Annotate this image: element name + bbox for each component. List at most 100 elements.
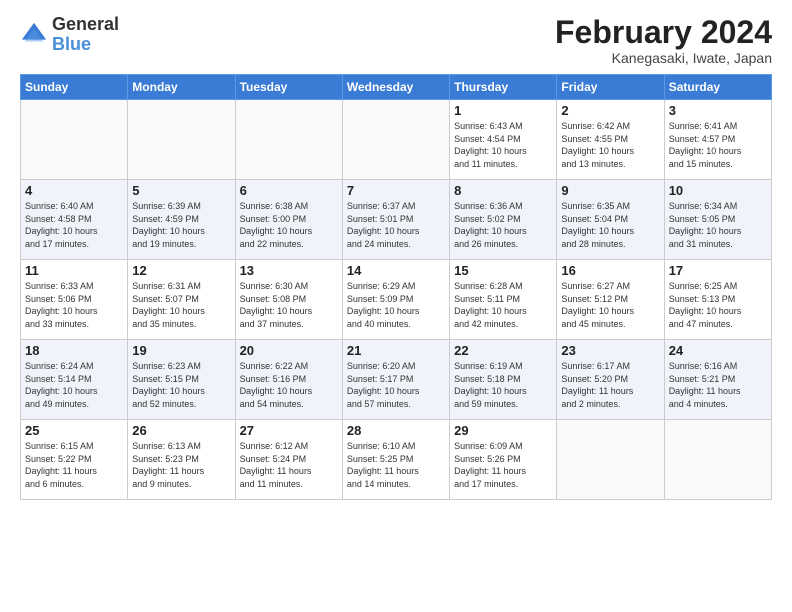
- table-row: 17 Sunrise: 6:25 AMSunset: 5:13 PMDayligh…: [664, 260, 771, 340]
- day-number: 26: [132, 423, 230, 438]
- calendar-page: General Blue February 2024 Kanegasaki, I…: [0, 0, 792, 612]
- calendar-week-row: 1Sunrise: 6:43 AMSunset: 4:54 PMDaylight…: [21, 100, 772, 180]
- table-row: 8 Sunrise: 6:36 AMSunset: 5:02 PMDaylight…: [450, 180, 557, 260]
- col-tuesday: Tuesday: [235, 75, 342, 100]
- col-wednesday: Wednesday: [342, 75, 449, 100]
- col-saturday: Saturday: [664, 75, 771, 100]
- day-number: 21: [347, 343, 445, 358]
- table-row: 11 Sunrise: 6:33 AMSunset: 5:06 PMDayligh…: [21, 260, 128, 340]
- table-row: [128, 100, 235, 180]
- table-row: 1Sunrise: 6:43 AMSunset: 4:54 PMDaylight…: [450, 100, 557, 180]
- day-info: Sunrise: 6:34 AMSunset: 5:05 PMDaylight:…: [669, 200, 767, 250]
- table-row: 16Sunrise: 6:27 AMSunset: 5:12 PMDayligh…: [557, 260, 664, 340]
- table-row: 10 Sunrise: 6:34 AMSunset: 5:05 PMDayligh…: [664, 180, 771, 260]
- day-info: Sunrise: 6:27 AMSunset: 5:12 PMDaylight:…: [561, 280, 659, 330]
- logo-blue: Blue: [52, 35, 119, 55]
- table-row: 4Sunrise: 6:40 AMSunset: 4:58 PMDaylight…: [21, 180, 128, 260]
- day-number: 9: [561, 183, 659, 198]
- table-row: [21, 100, 128, 180]
- table-row: 26 Sunrise: 6:13 AMSunset: 5:23 PMDayligh…: [128, 420, 235, 500]
- table-row: 20 Sunrise: 6:22 AMSunset: 5:16 PMDayligh…: [235, 340, 342, 420]
- day-number: 2: [561, 103, 659, 118]
- day-info: Sunrise: 6:31 AMSunset: 5:07 PMDaylight:…: [132, 280, 230, 330]
- logo-general: General: [52, 15, 119, 35]
- day-info: Sunrise: 6:35 AMSunset: 5:04 PMDaylight:…: [561, 200, 659, 250]
- day-info: Sunrise: 6:19 AMSunset: 5:18 PMDaylight:…: [454, 360, 552, 410]
- day-info: Sunrise: 6:23 AMSunset: 5:15 PMDaylight:…: [132, 360, 230, 410]
- day-number: 22: [454, 343, 552, 358]
- day-number: 23: [561, 343, 659, 358]
- table-row: [235, 100, 342, 180]
- day-info: Sunrise: 6:25 AMSunset: 5:13 PMDaylight:…: [669, 280, 767, 330]
- table-row: 18 Sunrise: 6:24 AMSunset: 5:14 PMDayligh…: [21, 340, 128, 420]
- day-info: Sunrise: 6:43 AMSunset: 4:54 PMDaylight:…: [454, 120, 552, 170]
- table-row: 14Sunrise: 6:29 AMSunset: 5:09 PMDayligh…: [342, 260, 449, 340]
- day-info: Sunrise: 6:15 AMSunset: 5:22 PMDaylight:…: [25, 440, 123, 490]
- logo: General Blue: [20, 15, 119, 55]
- col-friday: Friday: [557, 75, 664, 100]
- day-info: Sunrise: 6:10 AMSunset: 5:25 PMDaylight:…: [347, 440, 445, 490]
- day-info: Sunrise: 6:38 AMSunset: 5:00 PMDaylight:…: [240, 200, 338, 250]
- title-area: February 2024 Kanegasaki, Iwate, Japan: [555, 15, 772, 66]
- table-row: 21 Sunrise: 6:20 AMSunset: 5:17 PMDayligh…: [342, 340, 449, 420]
- day-number: 3: [669, 103, 767, 118]
- table-row: [664, 420, 771, 500]
- table-row: [342, 100, 449, 180]
- day-info: Sunrise: 6:33 AMSunset: 5:06 PMDaylight:…: [25, 280, 123, 330]
- day-info: Sunrise: 6:37 AMSunset: 5:01 PMDaylight:…: [347, 200, 445, 250]
- table-row: 6Sunrise: 6:38 AMSunset: 5:00 PMDaylight…: [235, 180, 342, 260]
- day-number: 28: [347, 423, 445, 438]
- day-info: Sunrise: 6:16 AMSunset: 5:21 PMDaylight:…: [669, 360, 767, 410]
- table-row: 29Sunrise: 6:09 AMSunset: 5:26 PMDayligh…: [450, 420, 557, 500]
- table-row: 27 Sunrise: 6:12 AMSunset: 5:24 PMDayligh…: [235, 420, 342, 500]
- calendar-header-row: Sunday Monday Tuesday Wednesday Thursday…: [21, 75, 772, 100]
- day-info: Sunrise: 6:36 AMSunset: 5:02 PMDaylight:…: [454, 200, 552, 250]
- table-row: 13Sunrise: 6:30 AMSunset: 5:08 PMDayligh…: [235, 260, 342, 340]
- main-title: February 2024: [555, 15, 772, 50]
- logo-icon: [20, 21, 48, 49]
- day-info: Sunrise: 6:20 AMSunset: 5:17 PMDaylight:…: [347, 360, 445, 410]
- day-info: Sunrise: 6:22 AMSunset: 5:16 PMDaylight:…: [240, 360, 338, 410]
- day-number: 5: [132, 183, 230, 198]
- col-sunday: Sunday: [21, 75, 128, 100]
- day-info: Sunrise: 6:30 AMSunset: 5:08 PMDaylight:…: [240, 280, 338, 330]
- table-row: 25 Sunrise: 6:15 AMSunset: 5:22 PMDayligh…: [21, 420, 128, 500]
- table-row: 9 Sunrise: 6:35 AMSunset: 5:04 PMDaylight…: [557, 180, 664, 260]
- day-number: 10: [669, 183, 767, 198]
- table-row: [557, 420, 664, 500]
- table-row: 23 Sunrise: 6:17 AMSunset: 5:20 PMDayligh…: [557, 340, 664, 420]
- day-number: 27: [240, 423, 338, 438]
- calendar-table: Sunday Monday Tuesday Wednesday Thursday…: [20, 74, 772, 500]
- calendar-week-row: 11 Sunrise: 6:33 AMSunset: 5:06 PMDayligh…: [21, 260, 772, 340]
- table-row: 15Sunrise: 6:28 AMSunset: 5:11 PMDayligh…: [450, 260, 557, 340]
- day-info: Sunrise: 6:28 AMSunset: 5:11 PMDaylight:…: [454, 280, 552, 330]
- day-number: 4: [25, 183, 123, 198]
- day-number: 25: [25, 423, 123, 438]
- table-row: 12 Sunrise: 6:31 AMSunset: 5:07 PMDayligh…: [128, 260, 235, 340]
- day-info: Sunrise: 6:17 AMSunset: 5:20 PMDaylight:…: [561, 360, 659, 410]
- day-info: Sunrise: 6:41 AMSunset: 4:57 PMDaylight:…: [669, 120, 767, 170]
- table-row: 3 Sunrise: 6:41 AMSunset: 4:57 PMDaylight…: [664, 100, 771, 180]
- day-number: 19: [132, 343, 230, 358]
- day-info: Sunrise: 6:12 AMSunset: 5:24 PMDaylight:…: [240, 440, 338, 490]
- day-number: 11: [25, 263, 123, 278]
- day-info: Sunrise: 6:39 AMSunset: 4:59 PMDaylight:…: [132, 200, 230, 250]
- day-number: 14: [347, 263, 445, 278]
- day-info: Sunrise: 6:09 AMSunset: 5:26 PMDaylight:…: [454, 440, 552, 490]
- day-number: 17: [669, 263, 767, 278]
- day-number: 7: [347, 183, 445, 198]
- table-row: 22 Sunrise: 6:19 AMSunset: 5:18 PMDayligh…: [450, 340, 557, 420]
- table-row: 19 Sunrise: 6:23 AMSunset: 5:15 PMDayligh…: [128, 340, 235, 420]
- day-number: 20: [240, 343, 338, 358]
- logo-text: General Blue: [52, 15, 119, 55]
- location-subtitle: Kanegasaki, Iwate, Japan: [555, 50, 772, 66]
- table-row: 2Sunrise: 6:42 AMSunset: 4:55 PMDaylight…: [557, 100, 664, 180]
- table-row: 28 Sunrise: 6:10 AMSunset: 5:25 PMDayligh…: [342, 420, 449, 500]
- calendar-week-row: 25 Sunrise: 6:15 AMSunset: 5:22 PMDayligh…: [21, 420, 772, 500]
- day-number: 18: [25, 343, 123, 358]
- day-number: 8: [454, 183, 552, 198]
- day-info: Sunrise: 6:24 AMSunset: 5:14 PMDaylight:…: [25, 360, 123, 410]
- day-info: Sunrise: 6:13 AMSunset: 5:23 PMDaylight:…: [132, 440, 230, 490]
- table-row: 24Sunrise: 6:16 AMSunset: 5:21 PMDayligh…: [664, 340, 771, 420]
- day-number: 12: [132, 263, 230, 278]
